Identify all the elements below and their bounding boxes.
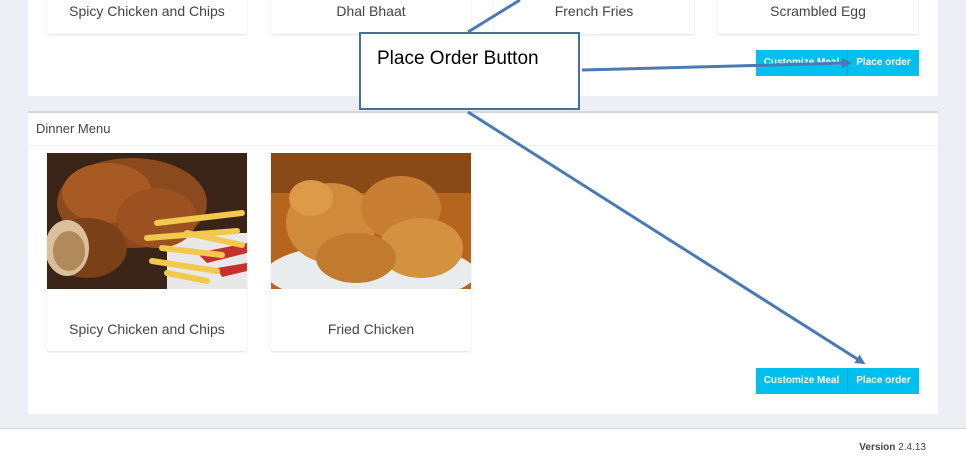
version-number: 2.4.13 [898, 442, 926, 453]
arrow-to-dinner-place-order [467, 110, 866, 365]
version-info: Version 2.4.13 [859, 442, 926, 453]
arrow-to-lunch-place-order [581, 58, 852, 72]
arrow-to-top-button [467, 0, 521, 34]
annotation-callout: Place Order Button [359, 32, 580, 110]
annotation-text: Place Order Button [377, 48, 539, 69]
version-label: Version [859, 442, 896, 453]
footer: Version 2.4.13 [0, 428, 966, 472]
